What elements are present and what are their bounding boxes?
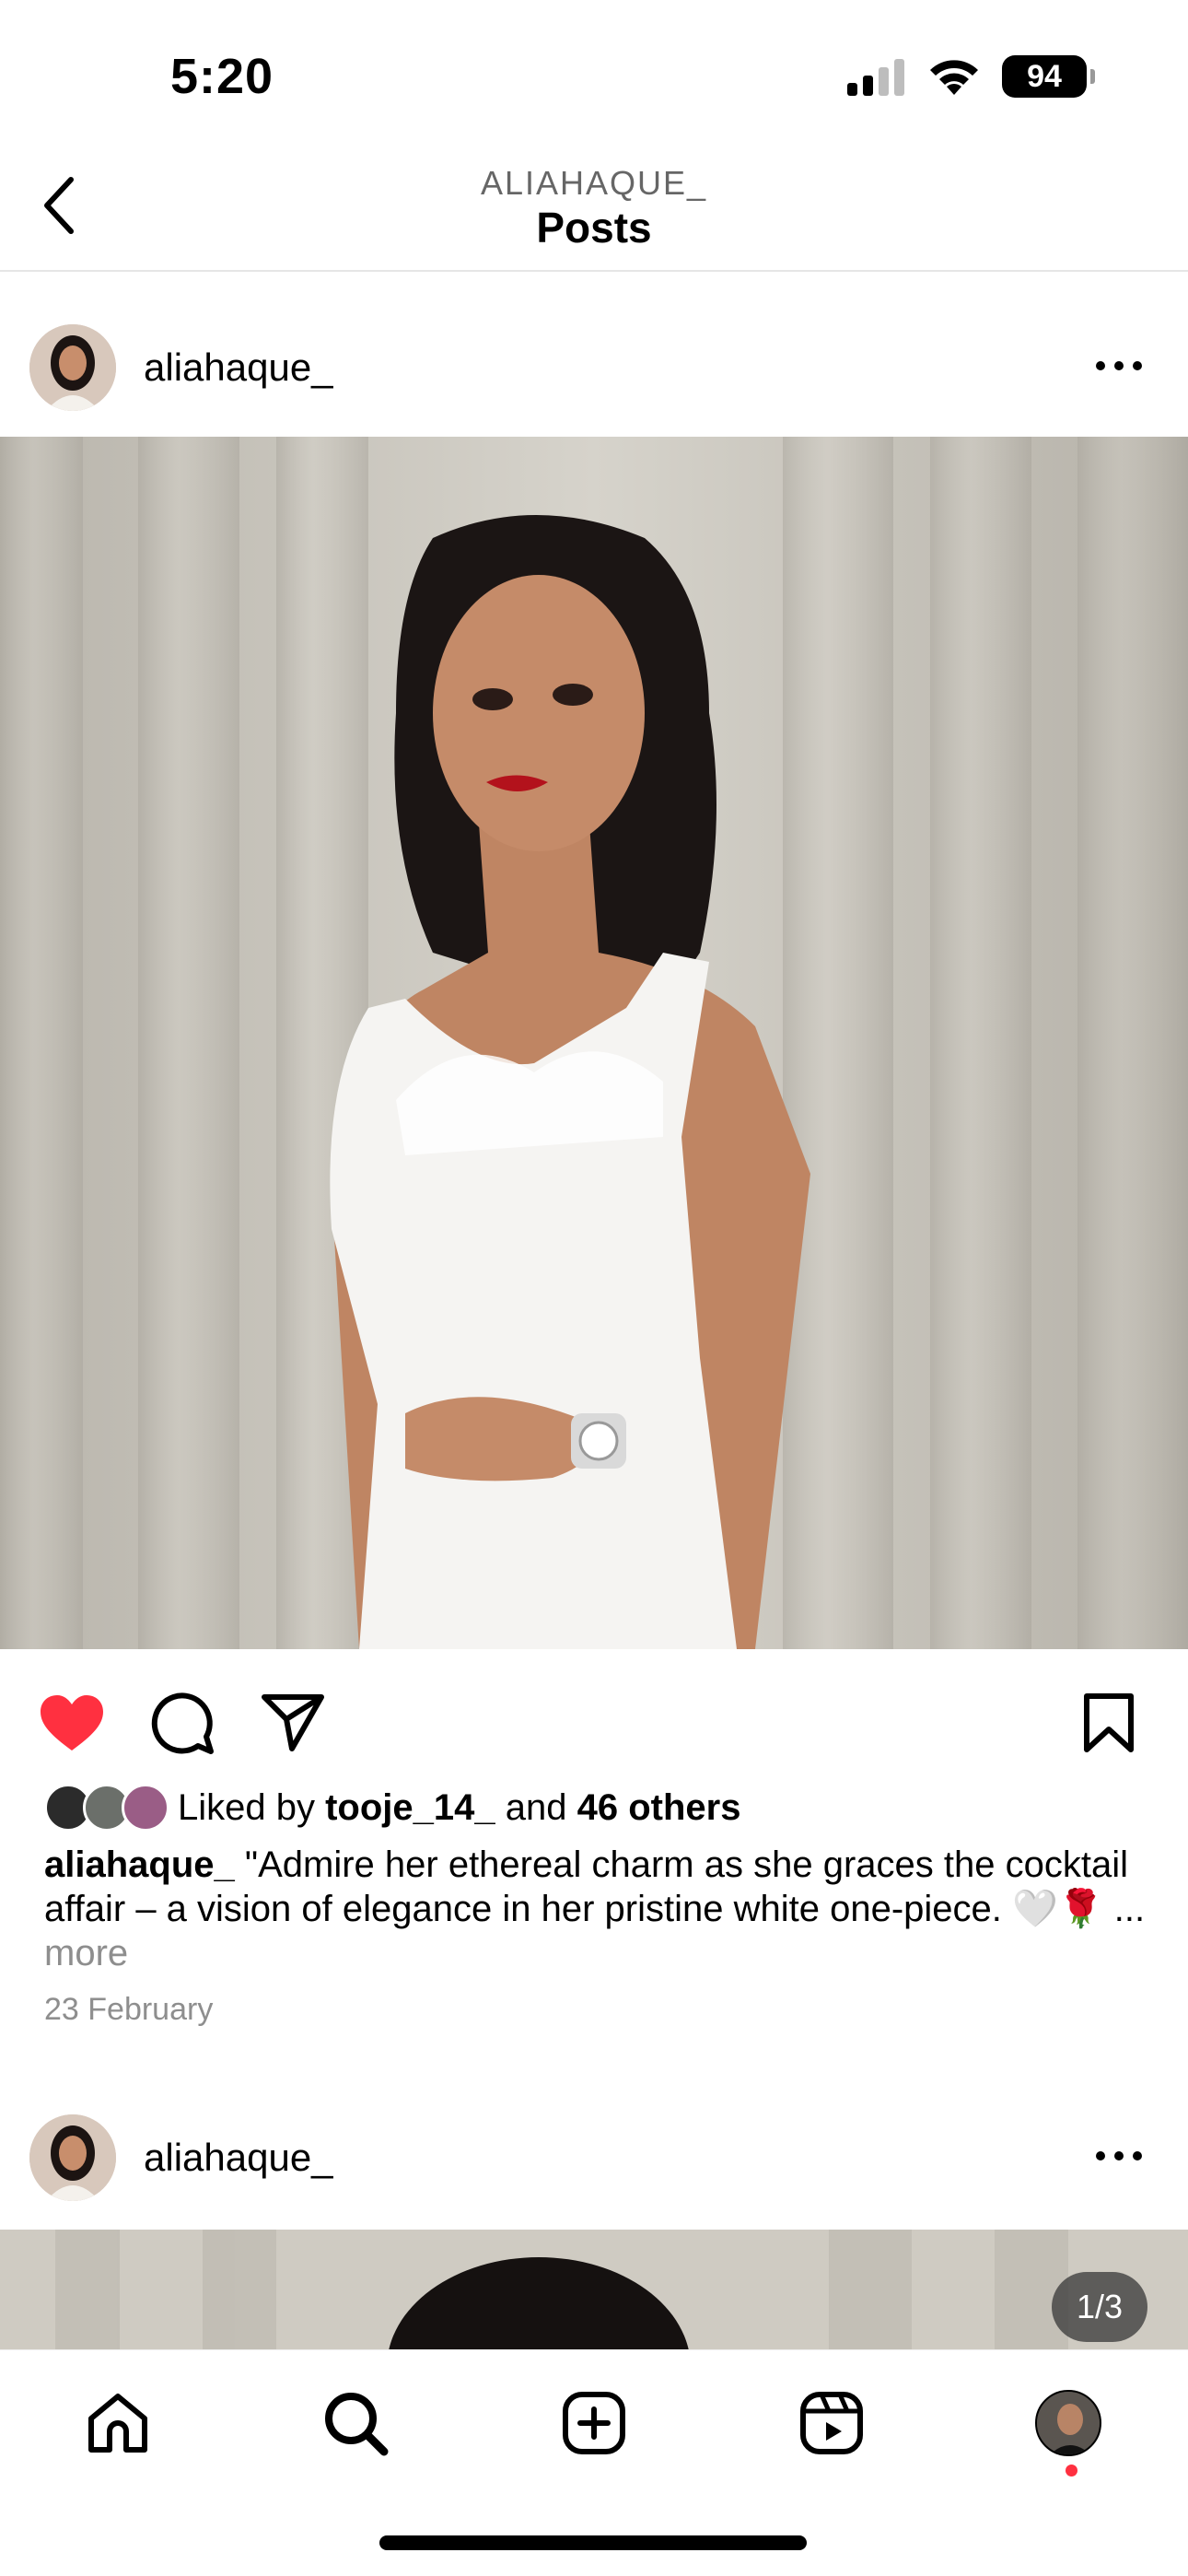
post-header: aliahaque_ bbox=[0, 320, 1188, 412]
nav-header: ALIAHAQUE_ Posts bbox=[0, 138, 1188, 272]
likes-mid: and bbox=[495, 1786, 577, 1828]
post-image[interactable] bbox=[0, 2230, 1188, 2349]
avatar-image bbox=[29, 324, 116, 411]
save-button[interactable] bbox=[1072, 1686, 1146, 1760]
share-button[interactable] bbox=[256, 1686, 330, 1760]
caption-ellipsis: ... bbox=[1113, 1889, 1146, 1929]
home-icon bbox=[88, 2394, 147, 2453]
profile-avatar-image bbox=[1037, 2392, 1100, 2454]
liker-avatar bbox=[122, 1784, 169, 1832]
ellipsis-icon bbox=[1096, 361, 1142, 370]
tab-search[interactable] bbox=[314, 2382, 397, 2465]
likes-others[interactable]: 46 others bbox=[577, 1787, 741, 1829]
comment-button[interactable] bbox=[146, 1686, 219, 1760]
more-options-button[interactable] bbox=[1087, 347, 1151, 384]
liker-avatars bbox=[44, 1782, 169, 1833]
carousel-counter: 1/3 bbox=[1052, 2272, 1147, 2342]
profile-avatar bbox=[1035, 2390, 1101, 2456]
like-button[interactable] bbox=[35, 1686, 109, 1760]
notification-dot bbox=[1066, 2465, 1077, 2476]
post-image[interactable] bbox=[0, 437, 1188, 1649]
avatar[interactable] bbox=[29, 324, 116, 411]
comment-icon bbox=[151, 1692, 214, 1754]
battery-indicator: 94 bbox=[1002, 55, 1095, 98]
cellular-signal-icon bbox=[847, 59, 904, 96]
more-options-button[interactable] bbox=[1087, 2137, 1151, 2174]
likes-summary[interactable]: Liked by tooje_14_ and 46 others bbox=[44, 1780, 740, 1835]
post-actions bbox=[0, 1677, 1188, 1760]
status-icons: 94 bbox=[845, 55, 1095, 98]
tab-profile[interactable] bbox=[1027, 2382, 1110, 2465]
liked-by-username[interactable]: tooje_14_ bbox=[325, 1787, 495, 1829]
caption-more-link[interactable]: more bbox=[44, 1933, 128, 1973]
ellipsis-icon bbox=[1096, 2151, 1142, 2160]
post-photo bbox=[0, 437, 1188, 1649]
heart-filled-icon bbox=[41, 1695, 103, 1751]
post-username[interactable]: aliahaque_ bbox=[144, 2136, 333, 2180]
tab-reels[interactable] bbox=[790, 2382, 873, 2465]
post-caption: aliahaque_ "Admire her ethereal charm as… bbox=[44, 1843, 1159, 1975]
likes-prefix: Liked by bbox=[178, 1786, 326, 1828]
post-username[interactable]: aliahaque_ bbox=[144, 345, 333, 390]
status-time: 5:20 bbox=[170, 49, 274, 104]
status-bar: 5:20 94 bbox=[0, 0, 1188, 138]
reels-icon bbox=[800, 2392, 863, 2454]
bookmark-icon bbox=[1084, 1693, 1134, 1752]
post-date: 23 February bbox=[44, 1992, 214, 2027]
wifi-icon bbox=[930, 60, 978, 95]
avatar[interactable] bbox=[29, 2114, 116, 2201]
send-icon bbox=[262, 1694, 324, 1751]
avatar-image bbox=[29, 2114, 116, 2201]
post-header: aliahaque_ bbox=[0, 2110, 1188, 2202]
create-icon bbox=[563, 2392, 625, 2454]
tab-create[interactable] bbox=[553, 2382, 635, 2465]
caption-username[interactable]: aliahaque_ bbox=[44, 1844, 235, 1885]
profile-username-subtitle: ALIAHAQUE_ bbox=[480, 164, 708, 202]
home-indicator bbox=[379, 2535, 807, 2550]
tab-home[interactable] bbox=[76, 2382, 159, 2465]
post-photo bbox=[0, 2230, 1188, 2349]
page-title: Posts bbox=[536, 204, 652, 252]
search-icon bbox=[325, 2393, 389, 2456]
